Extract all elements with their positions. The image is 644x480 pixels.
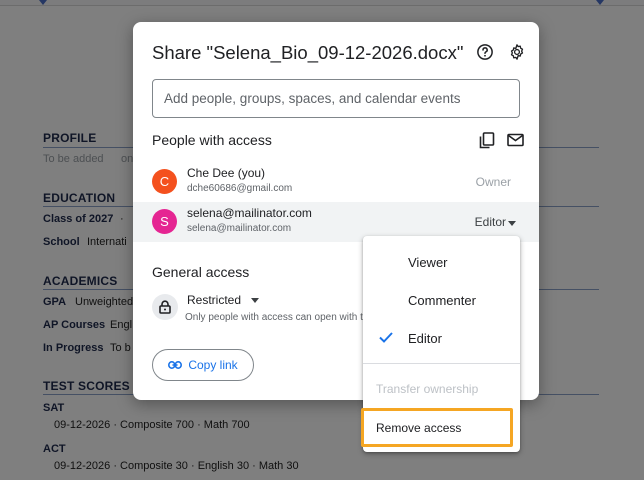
menu-item-label: Viewer	[408, 255, 448, 270]
person-name: Che Dee (you)	[187, 166, 266, 180]
owner-role-label: Owner	[475, 175, 511, 189]
gear-icon[interactable]	[505, 40, 529, 64]
remove-access-item[interactable]: Remove access	[361, 408, 513, 447]
checkmark-icon	[379, 332, 393, 343]
role-dropdown-button[interactable]: Editor	[475, 215, 506, 229]
chevron-down-icon[interactable]	[508, 221, 516, 226]
avatar: S	[152, 209, 177, 234]
copy-link-label: Copy link	[188, 358, 238, 372]
link-icon	[168, 361, 183, 369]
copy-link-button[interactable]: Copy link	[152, 349, 254, 381]
menu-item-label: Editor	[408, 331, 442, 346]
avatar: C	[152, 169, 177, 194]
person-email: dche60686@gmail.com	[187, 183, 293, 194]
transfer-ownership-item: Transfer ownership	[376, 382, 479, 396]
menu-item-commenter[interactable]: Commenter	[363, 281, 520, 319]
help-icon[interactable]	[473, 40, 497, 64]
add-people-input[interactable]	[152, 79, 520, 118]
access-description: Only people with access can open with th	[185, 312, 369, 323]
menu-item-viewer[interactable]: Viewer	[363, 243, 520, 281]
people-with-access-heading: People with access	[152, 132, 272, 148]
chevron-down-icon[interactable]	[251, 298, 259, 303]
dialog-title: Share "Selena_Bio_09-12-2026.docx"	[152, 42, 464, 63]
role-menu: Viewer Commenter Editor Transfer ownersh…	[361, 236, 520, 452]
email-icon[interactable]	[503, 128, 527, 152]
menu-divider	[363, 363, 520, 364]
lock-icon	[152, 294, 178, 320]
menu-item-editor[interactable]: Editor	[363, 319, 520, 357]
copy-emails-icon[interactable]	[475, 128, 499, 152]
general-access-dropdown[interactable]: Restricted	[187, 293, 241, 307]
remove-access-label: Remove access	[376, 421, 462, 435]
menu-item-label: Commenter	[408, 293, 476, 308]
general-access-heading: General access	[152, 264, 250, 280]
person-email: selena@mailinator.com	[187, 223, 292, 234]
person-name: selena@mailinator.com	[187, 206, 312, 220]
person-row-owner: C Che Dee (you) dche60686@gmail.com Owne…	[133, 162, 539, 202]
